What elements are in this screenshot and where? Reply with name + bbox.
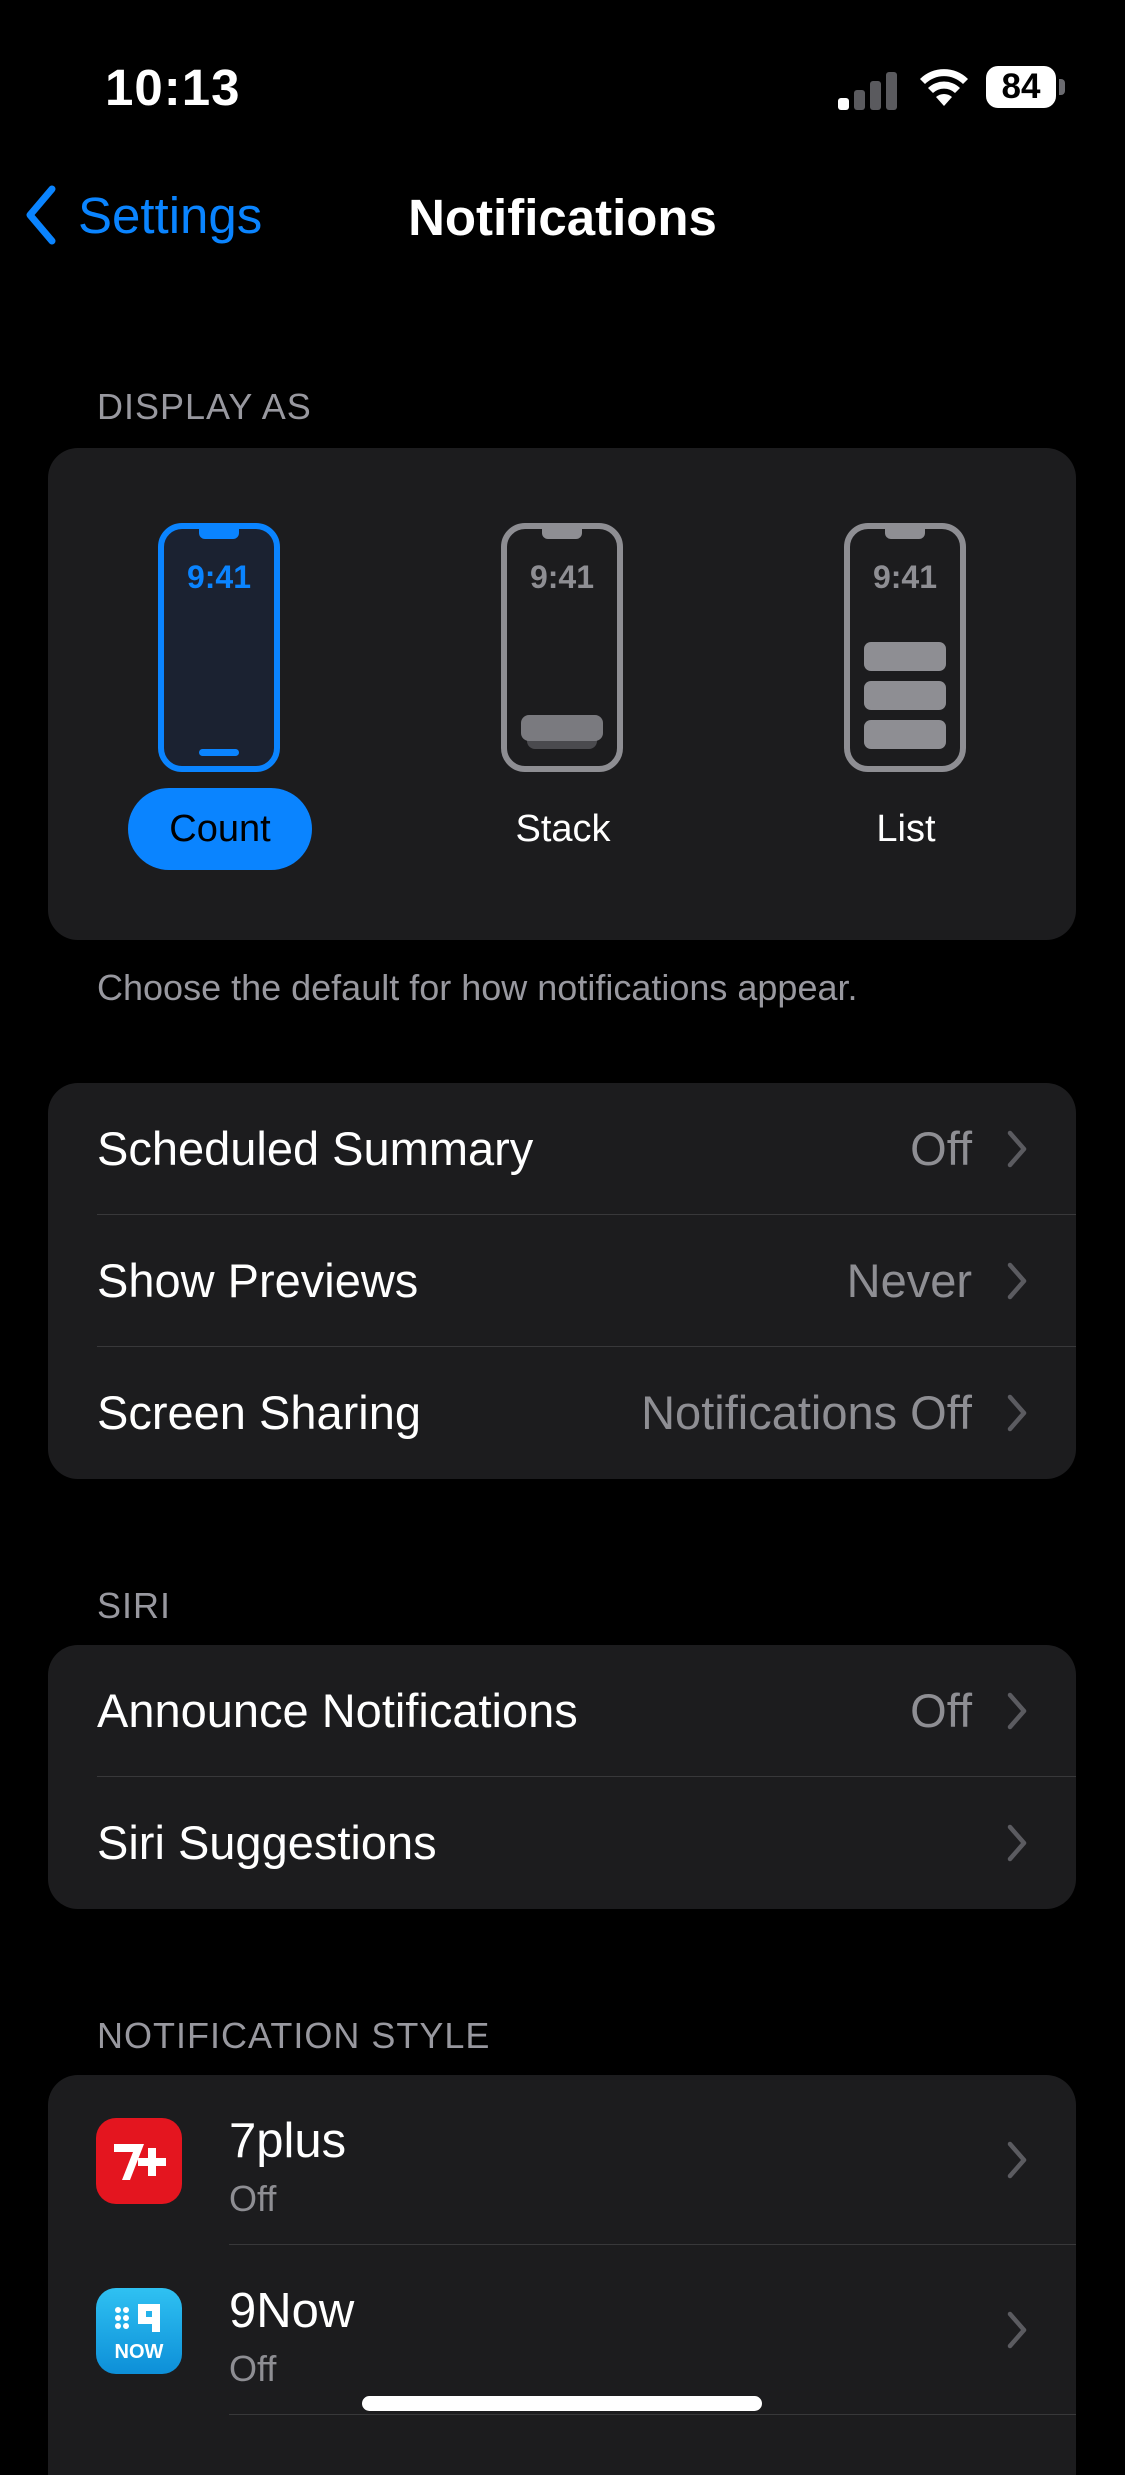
row-label: Siri Suggestions — [97, 1816, 437, 1869]
display-option-count[interactable]: 9:41 Count — [110, 448, 330, 918]
row-screen-sharing[interactable]: Screen Sharing Notifications Off — [48, 1347, 1076, 1479]
row-show-previews[interactable]: Show Previews Never — [48, 1215, 1076, 1347]
row-label: Show Previews — [97, 1254, 419, 1307]
row-announce-notifications[interactable]: Announce Notifications Off — [48, 1645, 1076, 1777]
chevron-right-icon — [1007, 1130, 1027, 1168]
display-option-stack[interactable]: 9:41 Stack — [453, 448, 673, 918]
app-name: 7plus — [229, 2114, 347, 2168]
row-label: Scheduled Summary — [97, 1122, 534, 1175]
preview-time: 9:41 — [186, 559, 252, 595]
row-value: Notifications Off — [641, 1386, 972, 1439]
chevron-right-icon — [1007, 1692, 1027, 1730]
app-name: 9Now — [229, 2284, 355, 2338]
7plus-app-icon — [96, 2118, 182, 2204]
chevron-right-icon — [1007, 1824, 1027, 1862]
app-row-9now[interactable]: NOW 9Now Off — [48, 2245, 1076, 2415]
general-settings-card: Scheduled Summary Off Show Previews Neve… — [48, 1083, 1076, 1479]
9now-icon-text: NOW — [115, 2341, 164, 2363]
row-label: Announce Notifications — [97, 1684, 578, 1737]
cellular-signal-icon — [838, 66, 898, 110]
app-row-7plus[interactable]: 7plus Off — [48, 2075, 1076, 2245]
siri-card: Announce Notifications Off Siri Suggesti… — [48, 1645, 1076, 1909]
display-option-list[interactable]: 9:41 List — [796, 448, 1016, 918]
row-label: Screen Sharing — [97, 1386, 421, 1439]
chevron-right-icon — [1007, 1394, 1027, 1432]
option-label-list: List — [876, 808, 936, 850]
option-label-count: Count — [128, 788, 312, 870]
section-header-display-as: DISPLAY AS — [97, 386, 312, 427]
battery-icon: 84 — [986, 66, 1066, 108]
status-time: 10:13 — [105, 59, 241, 116]
row-value: Off — [910, 1684, 972, 1737]
notification-style-card: 7plus Off NOW 9Now Off — [48, 2075, 1076, 2475]
count-phone-preview: 9:41 — [158, 523, 280, 772]
display-as-footer: Choose the default for how notifications… — [97, 967, 858, 1008]
preview-time: 9:41 — [872, 559, 938, 595]
section-header-notification-style: NOTIFICATION STYLE — [97, 2015, 491, 2056]
list-phone-preview: 9:41 — [844, 523, 966, 772]
stack-phone-preview: 9:41 — [501, 523, 623, 772]
app-status: Off — [229, 2178, 277, 2219]
wifi-icon — [920, 69, 968, 106]
section-header-siri: SIRI — [97, 1585, 172, 1626]
page-title: Notifications — [408, 189, 717, 246]
chevron-right-icon — [1007, 2311, 1027, 2349]
row-siri-suggestions[interactable]: Siri Suggestions — [48, 1777, 1076, 1909]
row-scheduled-summary[interactable]: Scheduled Summary Off — [48, 1083, 1076, 1215]
app-status: Off — [229, 2348, 277, 2389]
row-value: Off — [910, 1122, 972, 1175]
row-value: Never — [846, 1254, 972, 1307]
preview-time: 9:41 — [529, 559, 595, 595]
home-indicator[interactable] — [362, 2396, 762, 2411]
display-as-card: 9:41 Count 9:41 Stack 9:41 List — [48, 448, 1076, 940]
chevron-right-icon — [1007, 1262, 1027, 1300]
battery-level: 84 — [986, 66, 1056, 108]
option-label-stack: Stack — [515, 808, 611, 850]
9now-app-icon: NOW — [96, 2288, 182, 2374]
chevron-right-icon — [1007, 2141, 1027, 2179]
